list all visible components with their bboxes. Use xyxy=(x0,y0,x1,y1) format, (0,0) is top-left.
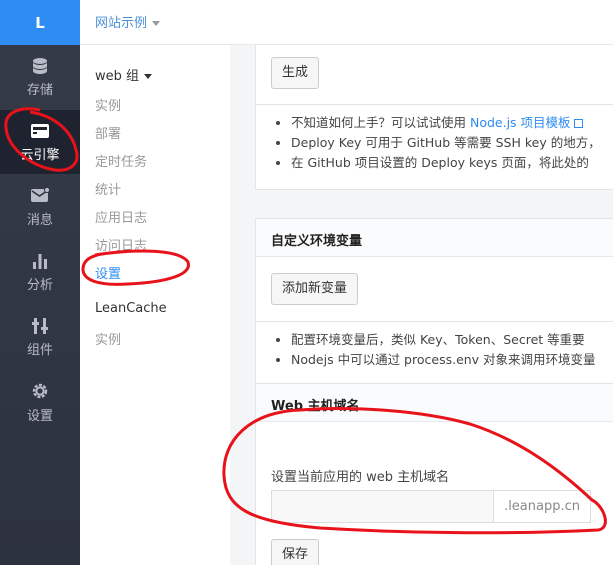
subnav-item-cron[interactable]: 定时任务 xyxy=(95,151,147,170)
nav-item-storage[interactable]: 存储 xyxy=(0,45,80,109)
save-button[interactable]: 保存 xyxy=(271,539,320,565)
nav-item-analytics[interactable]: 分析 xyxy=(0,240,80,304)
subnav-item-access-logs[interactable]: 访问日志 xyxy=(95,235,147,254)
nav-item-message[interactable]: 消息 xyxy=(0,175,80,239)
nav-label: 存储 xyxy=(26,82,53,98)
app-selector[interactable]: 网站示例 xyxy=(95,12,161,31)
env-notes: 配置环境变量后，类似 Key、Token、Secret 等重要 Nodejs 中… xyxy=(255,322,613,384)
host-input[interactable] xyxy=(271,490,494,523)
group-selector[interactable]: web 组 xyxy=(95,65,153,84)
engine-subnav: web 组 实例 部署 定时任务 统计 应用日志 访问日志 设置 LeanCac… xyxy=(80,45,230,565)
cloud-engine-icon xyxy=(31,123,49,138)
main-nav: L 存储 云引擎 消息 分析 组件 设置 xyxy=(0,0,80,565)
subnav-section-leancache: LeanCache xyxy=(95,301,167,316)
subnav-item-leancache-instances[interactable]: 实例 xyxy=(95,329,121,348)
nav-label: 设置 xyxy=(26,408,53,424)
subnav-item-app-logs[interactable]: 应用日志 xyxy=(95,207,147,226)
panel-title: Web 主机域名 xyxy=(256,384,613,422)
chevron-down-icon xyxy=(144,74,153,79)
nodejs-template-link[interactable]: Node.js 项目模板 xyxy=(470,115,571,130)
nav-label: 云引擎 xyxy=(20,147,60,163)
app-name: 网站示例 xyxy=(95,16,148,31)
nav-label: 消息 xyxy=(26,212,53,228)
note-line: Nodejs 中可以通过 process.env 对象来调用环境变量 xyxy=(291,350,613,370)
subnav-item-deploy[interactable]: 部署 xyxy=(95,123,121,142)
chevron-down-icon xyxy=(152,21,161,26)
subnav-item-instances[interactable]: 实例 xyxy=(95,95,121,114)
host-field-label: 设置当前应用的 web 主机域名 xyxy=(271,470,450,485)
main-content: 生成 不知道如何上手？可以试试使用 Node.js 项目模板 Deploy Ke… xyxy=(230,45,613,565)
host-input-group: .leanapp.cn xyxy=(271,490,591,523)
note-line: 不知道如何上手？可以试试使用 Node.js 项目模板 xyxy=(291,113,613,133)
note-line: 配置环境变量后，类似 Key、Token、Secret 等重要 xyxy=(291,330,613,350)
database-icon xyxy=(33,57,47,74)
app-logo[interactable]: L xyxy=(0,0,80,45)
web-host-panel: Web 主机域名 设置当前应用的 web 主机域名 .leanapp.cn 保存 xyxy=(255,383,613,565)
nav-label: 分析 xyxy=(26,277,53,293)
deploy-key-panel: 生成 xyxy=(255,45,613,105)
component-icon xyxy=(32,317,48,334)
env-vars-panel: 自定义环境变量 添加新变量 xyxy=(255,218,613,322)
nav-item-components[interactable]: 组件 xyxy=(0,305,80,369)
nav-item-settings[interactable]: 设置 xyxy=(0,370,80,434)
subnav-item-settings[interactable]: 设置 xyxy=(95,263,121,282)
deploy-notes: 不知道如何上手？可以试试使用 Node.js 项目模板 Deploy Key 可… xyxy=(255,105,613,190)
generate-button[interactable]: 生成 xyxy=(271,57,320,89)
note-text: 不知道如何上手？可以试试使用 xyxy=(291,115,470,130)
nav-label: 组件 xyxy=(26,342,53,358)
nav-item-cloud-engine[interactable]: 云引擎 xyxy=(0,110,80,174)
domain-suffix: .leanapp.cn xyxy=(493,490,591,523)
note-line: Deploy Key 可用于 GitHub 等需要 SSH key 的地方， xyxy=(291,133,613,153)
message-icon xyxy=(31,186,50,202)
bar-chart-icon xyxy=(33,253,47,269)
top-header: 网站示例 xyxy=(80,0,613,45)
group-name: web 组 xyxy=(95,69,140,84)
panel-title: 自定义环境变量 xyxy=(256,219,613,257)
external-link-icon xyxy=(573,119,583,128)
gear-icon xyxy=(32,383,48,398)
note-line: 在 GitHub 项目设置的 Deploy keys 页面，将此处的 xyxy=(291,153,613,173)
subnav-item-stats[interactable]: 统计 xyxy=(95,179,121,198)
add-variable-button[interactable]: 添加新变量 xyxy=(271,273,359,305)
